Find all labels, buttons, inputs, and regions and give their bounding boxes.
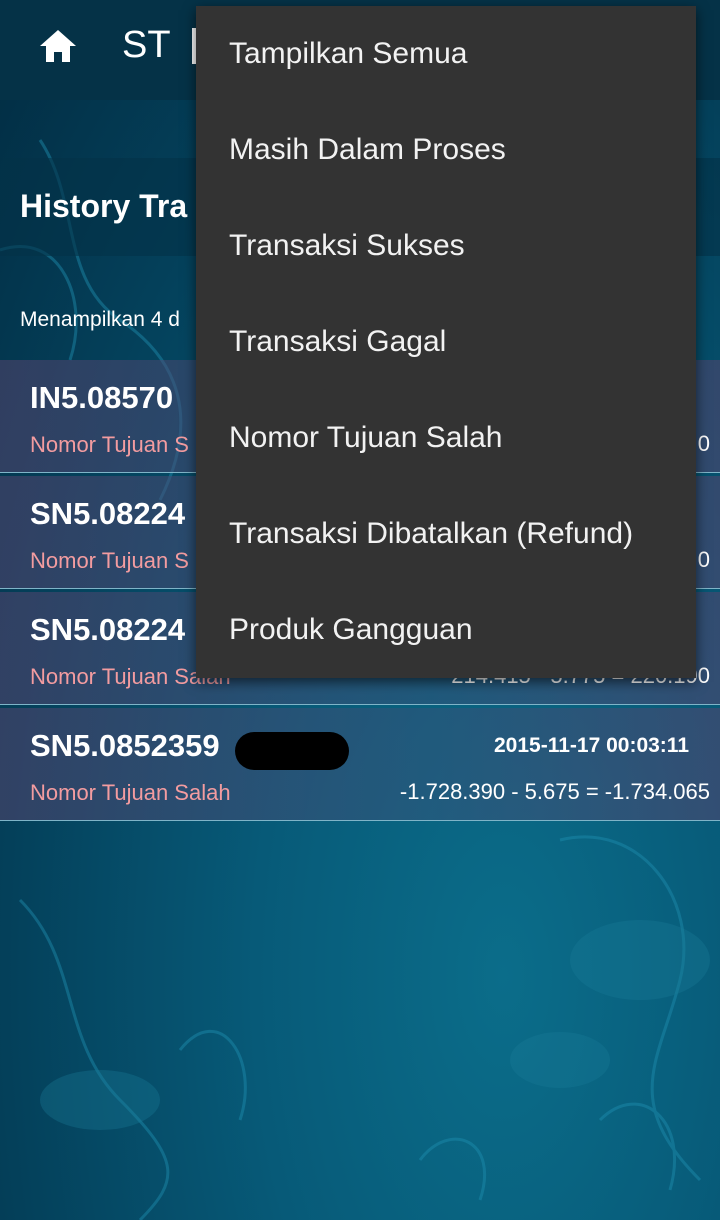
app-title: ST [122, 24, 171, 66]
menu-item-success[interactable]: Transaksi Sukses [196, 198, 696, 294]
transaction-amount: -1.728.390 - 5.675 = -1.734.065 [399, 779, 710, 804]
menu-item-failed[interactable]: Transaksi Gagal [196, 294, 696, 390]
filter-dropdown-menu: Tampilkan Semua Masih Dalam Proses Trans… [196, 6, 696, 678]
page-title: History Tra [20, 188, 188, 224]
menu-item-product-issue[interactable]: Produk Gangguan [196, 582, 696, 678]
redaction-mark [235, 732, 349, 770]
transaction-id: SN5.0852359 [30, 728, 220, 763]
transaction-id: IN5.08570 [30, 380, 174, 415]
menu-item-show-all[interactable]: Tampilkan Semua [196, 6, 696, 102]
transaction-status: Nomor Tujuan S [30, 432, 189, 457]
transaction-id: SN5.08224 [30, 496, 186, 531]
transaction-status: Nomor Tujuan S [30, 548, 189, 573]
menu-item-refund[interactable]: Transaksi Dibatalkan (Refund) [196, 486, 696, 582]
transaction-amount: 0 [697, 547, 710, 572]
menu-item-wrong-number[interactable]: Nomor Tujuan Salah [196, 390, 696, 486]
transaction-id: SN5.08224 [30, 612, 186, 647]
transaction-status: Nomor Tujuan Salah [30, 780, 231, 805]
menu-item-in-process[interactable]: Masih Dalam Proses [196, 102, 696, 198]
home-icon[interactable] [38, 28, 78, 64]
results-count-text: Menampilkan 4 d [20, 308, 180, 331]
transaction-row[interactable]: SN5.0852359 2015-11-17 00:03:11 Nomor Tu… [0, 708, 720, 821]
transaction-amount: 0 [697, 431, 710, 456]
transaction-date: 2015-11-17 00:03:11 [494, 734, 689, 757]
